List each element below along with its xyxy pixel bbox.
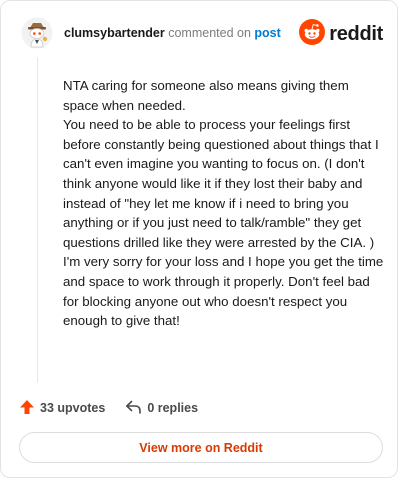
comment-actions: 33 upvotes 0 replies <box>19 397 198 419</box>
upvote-arrow-icon <box>19 399 40 418</box>
reply-button[interactable]: 0 replies <box>125 399 198 418</box>
view-more-button[interactable]: View more on Reddit <box>19 432 383 463</box>
reddit-wordmark: reddit <box>329 22 383 45</box>
comment-meta: clumsybartender commented on post <box>64 26 281 40</box>
reddit-logo-icon <box>299 18 326 50</box>
upvote-count: 33 upvotes <box>40 401 106 415</box>
comment-body: NTA caring for someone also means giving… <box>63 76 385 331</box>
reply-count: 0 replies <box>147 401 199 415</box>
commented-on-text: commented on <box>168 26 251 40</box>
reply-arrow-icon <box>125 399 147 418</box>
post-link[interactable]: post <box>254 26 280 40</box>
snoo-avatar-icon[interactable] <box>21 17 53 49</box>
reddit-comment-card: clumsybartender commented on post reddit <box>0 0 398 478</box>
reddit-brand[interactable]: reddit <box>299 18 383 50</box>
comment-paragraph: I'm very sorry for your loss and I hope … <box>63 254 384 329</box>
comment-header: clumsybartender commented on post reddit <box>21 17 383 51</box>
upvote-button[interactable]: 33 upvotes <box>19 399 105 418</box>
username-link[interactable]: clumsybartender <box>64 26 165 40</box>
comment-paragraph: You need to be able to process your feel… <box>63 117 379 250</box>
comment-paragraph: NTA caring for someone also means giving… <box>63 78 349 113</box>
thread-line <box>37 57 38 383</box>
